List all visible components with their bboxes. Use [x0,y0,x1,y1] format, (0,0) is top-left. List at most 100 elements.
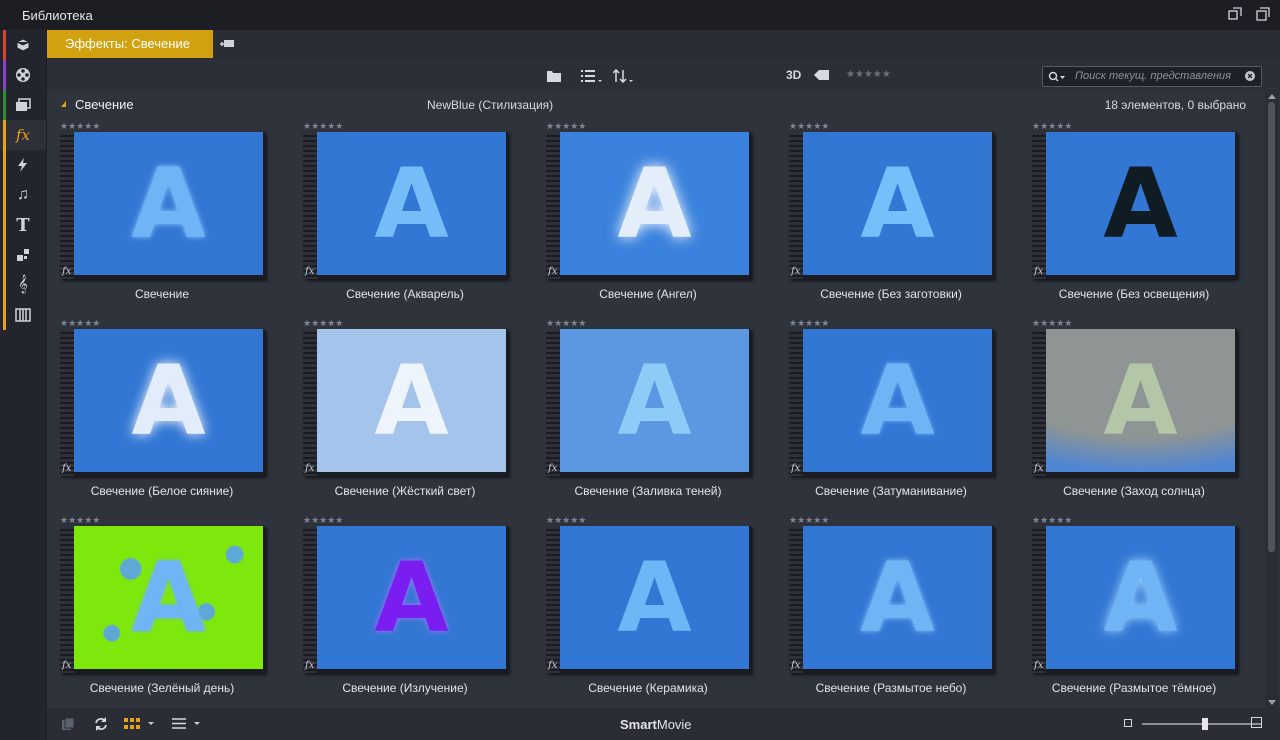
item-rating[interactable]: ★★★★★ [546,515,586,526]
sidebar-item-media[interactable] [0,90,46,120]
large-thumb-size-icon[interactable] [1251,717,1262,728]
effect-item[interactable]: ★★★★★ fx A Свечение (Размытое тёмное) [1019,514,1239,708]
detach-window-icon[interactable] [1228,7,1242,21]
title-bar: Библиотека [0,0,1280,30]
filmstrip-edge [546,132,560,279]
folder-icon[interactable] [546,69,562,83]
effect-item[interactable]: ★★★★★ fx A Свечение (Затуманивание) [776,317,996,514]
copy-icon[interactable] [61,717,75,731]
scroll-thumb[interactable] [1268,102,1275,552]
effect-thumbnail[interactable]: fx A [789,132,994,279]
filmstrip-edge [303,132,317,279]
sidebar-item-montage[interactable] [0,240,46,270]
search-icon[interactable] [1048,71,1066,83]
item-rating[interactable]: ★★★★★ [303,515,343,526]
effect-item[interactable]: ★★★★★ fx A Свечение (Зелёный день) [47,514,267,708]
preview-image: A [1046,132,1235,275]
menu-icon[interactable] [172,718,204,730]
sync-icon[interactable] [93,716,109,732]
effect-thumbnail[interactable]: fx A [303,526,508,673]
fx-icon: fx [15,126,30,144]
pin-tab-icon[interactable] [219,38,235,52]
effect-thumbnail[interactable]: fx A [60,526,265,673]
effect-thumbnail[interactable]: fx A [1032,526,1237,673]
effect-thumbnail[interactable]: fx A [1032,132,1237,279]
tab-effects-glow[interactable]: Эффекты: Свечение [47,30,213,58]
preview-letter: A [860,541,935,654]
sidebar-item-transitions[interactable] [0,150,46,180]
effect-item[interactable]: ★★★★★ fx A Свечение (Заход солнца) [1019,317,1239,514]
clear-search-icon[interactable] [1245,71,1255,81]
3d-filter-toggle[interactable]: 3D [786,68,801,82]
preview-letter: A [131,541,206,654]
preview-letter: A [131,147,206,260]
effect-item[interactable]: ★★★★★ fx A Свечение (Размытое небо) [776,514,996,708]
effect-thumbnail[interactable]: fx A [546,526,751,673]
item-rating[interactable]: ★★★★★ [1032,318,1072,329]
sidebar-item-collections[interactable] [0,60,46,90]
grid-view-icon[interactable] [124,718,158,730]
effect-label: Свечение (Керамика) [588,681,708,695]
effect-label: Свечение [134,287,190,301]
effect-label: Свечение (Размытое небо) [815,681,967,695]
slider-knob[interactable] [1202,718,1208,730]
preview-letter: A [617,147,692,260]
thumbnail-size-slider[interactable] [1142,718,1262,730]
sidebar-item-effects[interactable]: fx [0,120,46,150]
fx-badge-icon: fx [305,463,315,474]
item-rating[interactable]: ★★★★★ [60,515,100,526]
effect-item[interactable]: ★★★★★ fx A Свечение (Излучение) [290,514,510,708]
effect-item[interactable]: ★★★★★ fx A Свечение (Ангел) [533,120,753,317]
scroll-up-arrow-icon[interactable] [1268,94,1276,99]
effect-thumbnail[interactable]: fx A [546,329,751,476]
effect-item[interactable]: ★★★★★ fx A Свечение (Белое сияние) [47,317,267,514]
item-rating[interactable]: ★★★★★ [60,121,100,132]
item-rating[interactable]: ★★★★★ [546,121,586,132]
search-input[interactable]: Поиск текущ. представления [1042,66,1262,87]
preview-image: A [560,329,749,472]
scroll-down-arrow-icon[interactable] [1268,700,1276,705]
item-rating[interactable]: ★★★★★ [789,318,829,329]
rating-filter[interactable]: ★★★★★ [846,69,891,80]
restore-window-icon[interactable] [1256,7,1270,21]
item-rating[interactable]: ★★★★★ [303,121,343,132]
effect-item[interactable]: ★★★★★ fx A Свечение (Без заготовки) [776,120,996,317]
item-rating[interactable]: ★★★★★ [60,318,100,329]
effect-item[interactable]: ★★★★★ fx A Свечение (Без освещения) [1019,120,1239,317]
effect-thumbnail[interactable]: fx A [303,132,508,279]
effect-item[interactable]: ★★★★★ fx A Свечение (Керамика) [533,514,753,708]
group-header[interactable]: Свечение NewBlue (Стилизация) 18 элемент… [47,92,1262,116]
effect-item[interactable]: ★★★★★ fx A Свечение (Акварель) [290,120,510,317]
item-rating[interactable]: ★★★★★ [789,515,829,526]
effect-item[interactable]: ★★★★★ fx A Свечение (Жёсткий свет) [290,317,510,514]
effect-thumbnail[interactable]: fx A [546,132,751,279]
effect-item[interactable]: ★★★★★ fx A Свечение (Заливка теней) [533,317,753,514]
filmstrip-edge [546,526,560,673]
sidebar-item-projects[interactable] [0,30,46,60]
item-rating[interactable]: ★★★★★ [1032,515,1072,526]
sort-icon[interactable] [613,69,635,83]
vertical-scrollbar[interactable] [1265,92,1279,708]
item-rating[interactable]: ★★★★★ [789,121,829,132]
sidebar-item-titles[interactable]: T [0,210,46,240]
item-rating[interactable]: ★★★★★ [546,318,586,329]
effect-thumbnail[interactable]: fx A [60,132,265,279]
collapse-triangle-icon[interactable] [61,101,66,107]
sidebar-item-audio[interactable]: ♫ [0,180,46,210]
sidebar-item-sound-effects[interactable] [0,300,46,330]
effect-label: Свечение (Акварель) [346,287,464,301]
effect-thumbnail[interactable]: fx A [789,526,994,673]
effect-thumbnail[interactable]: fx A [60,329,265,476]
effect-thumbnail[interactable]: fx A [303,329,508,476]
view-list-icon[interactable] [581,69,603,83]
filmstrip-edge [60,526,74,673]
tag-icon[interactable] [814,69,830,81]
item-rating[interactable]: ★★★★★ [1032,121,1072,132]
small-thumb-size-icon[interactable] [1124,719,1132,727]
effect-item[interactable]: ★★★★★ fx A Свечение [47,120,267,317]
effect-thumbnail[interactable]: fx A [1032,329,1237,476]
item-rating[interactable]: ★★★★★ [303,318,343,329]
sidebar-item-scorefitter[interactable]: 𝄞 [0,270,46,300]
smartmovie-button[interactable]: SmartMovie [620,717,692,732]
effect-thumbnail[interactable]: fx A [789,329,994,476]
